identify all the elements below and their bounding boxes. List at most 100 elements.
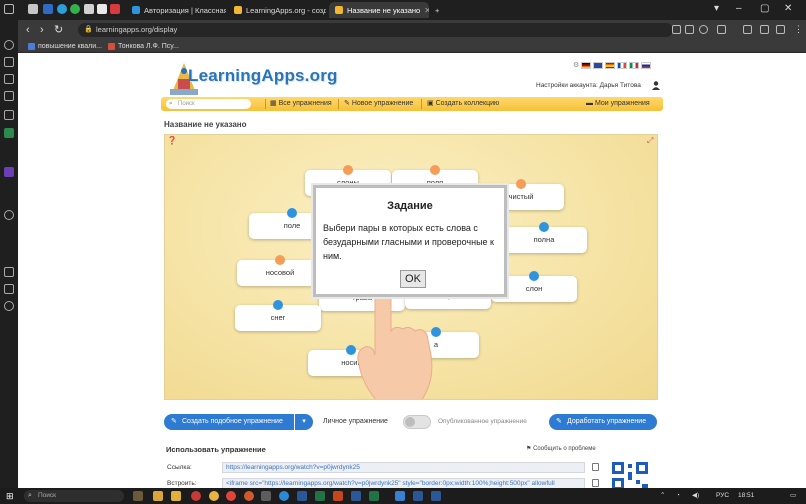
site-logo[interactable]: LearningApps.org [188, 66, 338, 86]
new-tab-button[interactable]: + [432, 2, 446, 18]
flag-settings-icon[interactable]: ⚙ [573, 61, 579, 69]
flag-ru-icon[interactable] [641, 61, 652, 69]
menu-create-collection[interactable]: ▣ Создать коллекцию [427, 97, 499, 111]
pinned-tab-red[interactable] [110, 4, 120, 14]
sidebar-extensions-icon[interactable] [4, 284, 14, 294]
search-input[interactable]: ⌕ Поиск [166, 99, 251, 109]
keyboard-language[interactable]: РУС [716, 491, 729, 501]
extensions-icon[interactable] [760, 25, 769, 34]
maximize-icon[interactable]: ▢ [760, 3, 769, 15]
ok-button[interactable]: OK [400, 270, 426, 288]
connector-dot[interactable] [430, 165, 440, 175]
link-field[interactable]: https://learningapps.org/watch?v=p0jwrdy… [222, 462, 585, 473]
taskbar-app-word-icon[interactable] [297, 491, 307, 501]
connector-dot[interactable] [516, 179, 526, 189]
connector-dot[interactable] [287, 208, 297, 218]
menu-all-exercises[interactable]: ▦ Все упражнения [270, 97, 332, 111]
sidebar-bookmarks-icon[interactable] [4, 57, 14, 67]
taskbar-app-browser-icon[interactable] [244, 491, 254, 501]
sidebar-toggle-icon[interactable] [4, 4, 14, 14]
fullscreen-icon[interactable]: ⤢ [647, 136, 653, 146]
download-icon[interactable] [743, 25, 752, 34]
task-view-icon[interactable] [133, 491, 143, 501]
taskbar-app-red-icon[interactable] [191, 491, 201, 501]
taskbar-app-excel2-icon[interactable] [369, 491, 379, 501]
taskbar-app-word2-icon[interactable] [351, 491, 361, 501]
menu-new-exercise[interactable]: ✎ Новое упражнение [344, 97, 413, 111]
tray-volume-icon[interactable]: ◀) [692, 491, 699, 501]
bookmark-star-icon[interactable] [699, 25, 708, 34]
profile-icon[interactable]: ▾ [714, 3, 719, 15]
taskbar-app-misc-icon[interactable] [395, 491, 405, 501]
translate-icon[interactable] [685, 25, 694, 34]
sidebar-settings-icon[interactable] [4, 267, 14, 277]
sidebar-play-icon[interactable] [4, 210, 14, 220]
screenshot-icon[interactable] [672, 25, 681, 34]
user-icon[interactable] [652, 81, 660, 90]
reload-icon[interactable]: ↻ [54, 22, 63, 38]
pinned-tab-telegram[interactable] [57, 4, 67, 14]
report-problem-link[interactable]: ⚑ Сообщить о проблеме [526, 445, 596, 452]
flag-fr-icon[interactable] [617, 61, 628, 69]
help-icon[interactable]: ❓ [167, 136, 177, 145]
pinned-tab-mail[interactable] [84, 4, 94, 14]
sidebar-tabs-icon[interactable] [4, 74, 14, 84]
forward-icon[interactable]: › [40, 22, 44, 38]
create-options-dropdown[interactable]: ▾ [295, 414, 313, 430]
pinned-tab-vk[interactable] [43, 4, 53, 14]
flag-es-icon[interactable] [605, 61, 616, 69]
address-bar[interactable]: 🔒 learningapps.org/display [78, 23, 673, 37]
word-card[interactable]: снег [235, 300, 321, 331]
taskbar-app-photos-icon[interactable] [261, 491, 271, 501]
copy-icon[interactable] [592, 479, 599, 487]
taskbar-app-edge-icon[interactable] [279, 491, 289, 501]
word-card[interactable]: носовой [237, 255, 323, 286]
sidebar-history-icon[interactable] [4, 91, 14, 101]
back-icon[interactable]: ‹ [26, 22, 30, 38]
menu-my-exercises[interactable]: ▬ Мои упражнения [586, 97, 650, 111]
taskbar-app-word4-icon[interactable] [431, 491, 441, 501]
pinned-tab-1[interactable] [28, 4, 38, 14]
minimize-icon[interactable]: – [736, 3, 742, 15]
sidebar-home-icon[interactable] [4, 40, 14, 50]
copy-icon[interactable] [592, 463, 599, 471]
flag-de-icon[interactable] [581, 61, 592, 69]
lock-icon[interactable] [776, 25, 785, 34]
connector-dot[interactable] [539, 222, 549, 232]
taskbar-app-explorer2-icon[interactable] [171, 491, 181, 501]
flag-it-icon[interactable] [629, 61, 640, 69]
reading-list-icon[interactable] [717, 25, 726, 34]
tray-arrow-icon[interactable]: ⌃ [660, 491, 665, 501]
sidebar-app-green-icon[interactable] [4, 128, 14, 138]
connector-dot[interactable] [529, 271, 539, 281]
tab-learningapps-create[interactable]: LearningApps.org - созд... [228, 2, 326, 18]
improve-button[interactable]: ✎ Доработать упражнение [549, 414, 657, 430]
taskbar-search[interactable]: ⌕ Поиск [24, 490, 124, 502]
close-tab-icon[interactable]: ✕ [424, 6, 429, 15]
pinned-tab-yandex[interactable] [97, 4, 107, 14]
publish-toggle[interactable] [403, 415, 431, 429]
tray-network-icon[interactable]: ◔ [676, 491, 680, 501]
pinned-tab-whatsapp[interactable] [70, 4, 80, 14]
taskbar-app-word3-icon[interactable] [413, 491, 423, 501]
connector-dot[interactable] [275, 255, 285, 265]
sidebar-app-purple-icon[interactable] [4, 167, 14, 177]
close-window-icon[interactable]: ✕ [784, 3, 792, 15]
flag-gb-icon[interactable] [593, 61, 604, 69]
taskbar-app-explorer-icon[interactable] [153, 491, 163, 501]
connector-dot[interactable] [273, 300, 283, 310]
account-settings-link[interactable]: Настройки аккаунта: Дарья Титова [536, 82, 641, 89]
start-icon[interactable]: ⊞ [6, 491, 14, 502]
bookmark-2[interactable]: Тонкова Л.Ф. Псу... [108, 41, 179, 52]
qr-code-icon[interactable] [610, 460, 650, 488]
bookmark-1[interactable]: повышение квали... [28, 41, 102, 52]
connector-dot[interactable] [343, 165, 353, 175]
sidebar-downloads-icon[interactable] [4, 110, 14, 120]
tab-current[interactable]: Название не указано ✕ [329, 2, 429, 18]
notifications-icon[interactable]: ▭ [790, 491, 796, 501]
create-similar-button[interactable]: ✎ Создать подобное упражнение [164, 414, 294, 430]
clock[interactable]: 18:51 [738, 491, 754, 501]
word-card[interactable]: полна [501, 222, 587, 253]
tab-classroom[interactable]: Авторизация | Классная ... [126, 2, 226, 18]
menu-icon[interactable]: ⋮ [794, 25, 803, 34]
